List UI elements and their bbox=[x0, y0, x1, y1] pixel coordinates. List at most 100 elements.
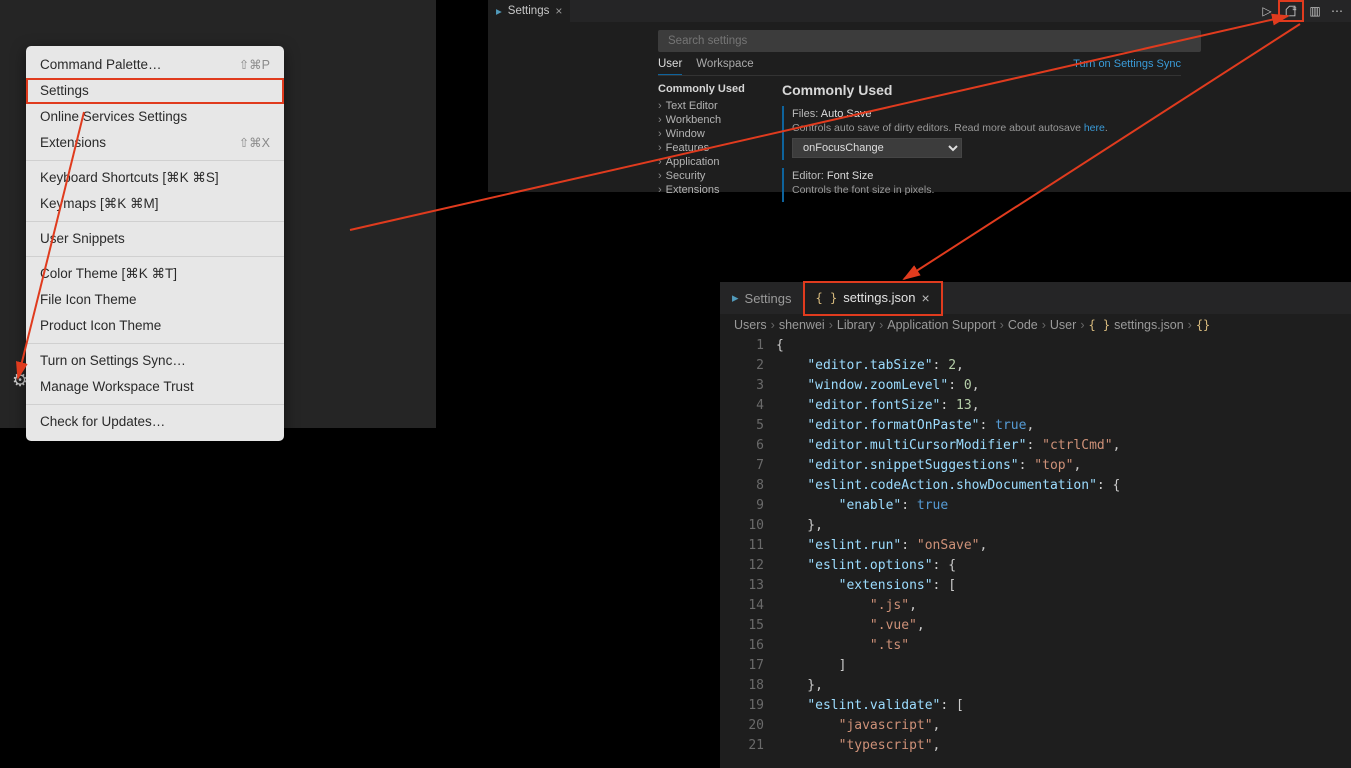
line-number: 2 bbox=[720, 356, 764, 376]
code-line[interactable]: "javascript", bbox=[776, 716, 1351, 736]
settings-tree[interactable]: Commonly Used Text EditorWorkbenchWindow… bbox=[658, 82, 758, 210]
menu-separator bbox=[26, 343, 284, 344]
menu-separator bbox=[26, 160, 284, 161]
code-line[interactable]: "editor.tabSize": 2, bbox=[776, 356, 1351, 376]
tree-item[interactable]: Workbench bbox=[658, 113, 758, 127]
line-number: 17 bbox=[720, 656, 764, 676]
menu-item[interactable]: Manage Workspace Trust bbox=[26, 374, 284, 400]
tree-item[interactable]: Extensions bbox=[658, 183, 758, 197]
tree-item[interactable]: Application bbox=[658, 155, 758, 169]
code-line[interactable]: "eslint.run": "onSave", bbox=[776, 536, 1351, 556]
close-icon[interactable]: × bbox=[921, 290, 929, 306]
menu-item-shortcut: ⇧⌘P bbox=[239, 55, 270, 75]
menu-item-label: Check for Updates… bbox=[40, 412, 165, 432]
tab-settings-json[interactable]: { } settings.json × bbox=[804, 282, 942, 315]
setting-category: Editor: bbox=[792, 170, 824, 182]
tab-label: settings.json bbox=[843, 290, 915, 305]
menu-item[interactable]: Command Palette…⇧⌘P bbox=[26, 52, 284, 78]
menu-item[interactable]: Turn on Settings Sync… bbox=[26, 348, 284, 374]
run-icon[interactable]: ▷ bbox=[1259, 3, 1275, 19]
code-line[interactable]: "eslint.codeAction.showDocumentation": { bbox=[776, 476, 1351, 496]
tree-item[interactable]: Text Editor bbox=[658, 99, 758, 113]
more-actions-icon[interactable]: ⋯ bbox=[1329, 3, 1345, 19]
tab-settings-secondary[interactable]: ▸ Settings bbox=[720, 282, 804, 314]
menu-item[interactable]: Color Theme [⌘K ⌘T] bbox=[26, 261, 284, 287]
breadcrumbs[interactable]: Users › shenwei › Library › Application Suppor… bbox=[720, 314, 1351, 336]
code-line[interactable]: "editor.fontSize": 13, bbox=[776, 396, 1351, 416]
setting-auto-save: Files: Auto Save Controls auto save of d… bbox=[782, 106, 1351, 160]
code-line[interactable]: ".vue", bbox=[776, 616, 1351, 636]
code-line[interactable]: "enable": true bbox=[776, 496, 1351, 516]
menu-item-label: Turn on Settings Sync… bbox=[40, 351, 186, 371]
menu-item-label: Keyboard Shortcuts [⌘K ⌘S] bbox=[40, 168, 219, 188]
code-line[interactable]: "typescript", bbox=[776, 736, 1351, 756]
turn-on-sync-link[interactable]: Turn on Settings Sync bbox=[1073, 58, 1181, 75]
menu-item[interactable]: User Snippets bbox=[26, 226, 284, 252]
setting-desc-link[interactable]: here bbox=[1084, 122, 1105, 134]
settings-window: ▸ Settings × ▷ ▥ ⋯ User Workspace Turn o… bbox=[488, 0, 1351, 192]
breadcrumb-segment[interactable]: shenwei bbox=[779, 318, 825, 332]
breadcrumb-segment[interactable]: Code bbox=[1008, 318, 1038, 332]
code-line[interactable]: { bbox=[776, 336, 1351, 356]
breadcrumb-segment[interactable]: {} bbox=[1196, 318, 1210, 332]
tree-item[interactable]: Security bbox=[658, 169, 758, 183]
menu-item[interactable]: File Icon Theme bbox=[26, 287, 284, 313]
breadcrumb-segment[interactable]: settings.json bbox=[1114, 318, 1183, 332]
menu-item[interactable]: Keymaps [⌘K ⌘M] bbox=[26, 191, 284, 217]
setting-desc-text: Controls auto save of dirty editors. Rea… bbox=[792, 122, 1084, 134]
scope-user[interactable]: User bbox=[658, 58, 682, 75]
chevron-right-icon: › bbox=[1000, 318, 1004, 332]
line-number: 4 bbox=[720, 396, 764, 416]
line-number: 9 bbox=[720, 496, 764, 516]
menu-item[interactable]: Keyboard Shortcuts [⌘K ⌘S] bbox=[26, 165, 284, 191]
open-settings-json-icon[interactable] bbox=[1281, 3, 1301, 19]
json-icon: { } bbox=[1088, 318, 1110, 332]
tab-settings[interactable]: ▸ Settings × bbox=[488, 0, 570, 22]
breadcrumb-segment[interactable]: Library bbox=[837, 318, 875, 332]
menu-item[interactable]: Online Services Settings bbox=[26, 104, 284, 130]
tree-item[interactable]: Features bbox=[658, 141, 758, 155]
code-editor[interactable]: 123456789101112131415161718192021 { "edi… bbox=[720, 336, 1351, 756]
line-number: 12 bbox=[720, 556, 764, 576]
split-editor-icon[interactable]: ▥ bbox=[1307, 3, 1323, 19]
menu-separator bbox=[26, 404, 284, 405]
menu-item[interactable]: Settings bbox=[26, 78, 284, 104]
search-settings-input[interactable] bbox=[658, 30, 1201, 52]
menu-item-label: Online Services Settings bbox=[40, 107, 187, 127]
close-icon[interactable]: × bbox=[555, 4, 562, 18]
code-line[interactable]: "editor.multiCursorModifier": "ctrlCmd", bbox=[776, 436, 1351, 456]
menu-item-label: Product Icon Theme bbox=[40, 316, 161, 336]
chevron-right-icon: › bbox=[879, 318, 883, 332]
breadcrumb-segment[interactable]: User bbox=[1050, 318, 1076, 332]
code-line[interactable]: ] bbox=[776, 656, 1351, 676]
menu-item-label: File Icon Theme bbox=[40, 290, 137, 310]
menu-item[interactable]: Extensions⇧⌘X bbox=[26, 130, 284, 156]
menu-item[interactable]: Check for Updates… bbox=[26, 409, 284, 435]
tree-item[interactable]: Window bbox=[658, 127, 758, 141]
line-number: 7 bbox=[720, 456, 764, 476]
code-line[interactable]: "window.zoomLevel": 0, bbox=[776, 376, 1351, 396]
code-line[interactable]: "extensions": [ bbox=[776, 576, 1351, 596]
code-line[interactable]: "editor.snippetSuggestions": "top", bbox=[776, 456, 1351, 476]
breadcrumb-segment[interactable]: Application Support bbox=[887, 318, 995, 332]
code-line[interactable]: "editor.formatOnPaste": true, bbox=[776, 416, 1351, 436]
setting-desc-text: Controls the font size in pixels. bbox=[792, 184, 1343, 196]
editor-actions: ▷ ▥ ⋯ bbox=[1253, 3, 1351, 19]
scope-workspace[interactable]: Workspace bbox=[696, 58, 753, 75]
line-number: 15 bbox=[720, 616, 764, 636]
menu-item[interactable]: Product Icon Theme bbox=[26, 313, 284, 339]
chevron-right-icon: › bbox=[829, 318, 833, 332]
auto-save-select[interactable]: onFocusChange bbox=[792, 138, 962, 158]
breadcrumb-segment[interactable]: Users bbox=[734, 318, 767, 332]
line-number: 1 bbox=[720, 336, 764, 356]
code-line[interactable]: "eslint.options": { bbox=[776, 556, 1351, 576]
line-number: 21 bbox=[720, 736, 764, 756]
code-line[interactable]: "eslint.validate": [ bbox=[776, 696, 1351, 716]
menu-item-label: Settings bbox=[40, 81, 89, 101]
code-line[interactable]: }, bbox=[776, 676, 1351, 696]
code-line[interactable]: ".js", bbox=[776, 596, 1351, 616]
code-line[interactable]: }, bbox=[776, 516, 1351, 536]
tree-header: Commonly Used bbox=[658, 82, 758, 96]
setting-category: Files: bbox=[792, 108, 818, 120]
code-line[interactable]: ".ts" bbox=[776, 636, 1351, 656]
